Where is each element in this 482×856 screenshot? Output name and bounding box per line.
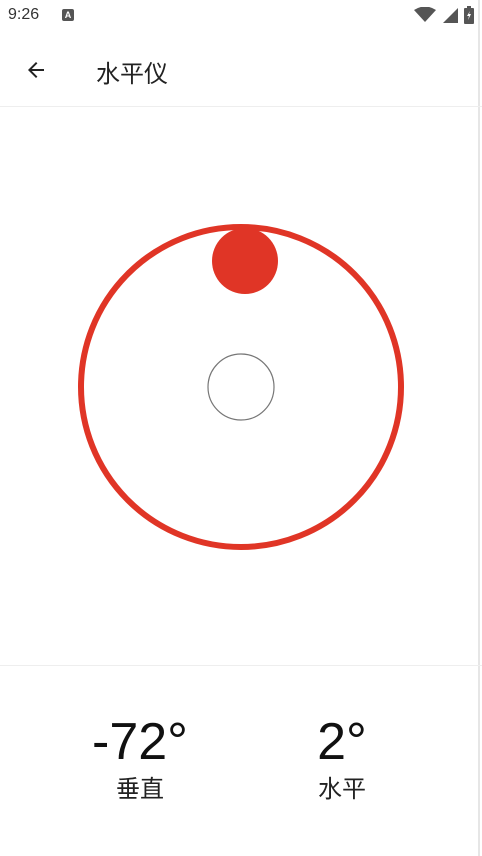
back-button[interactable] (18, 52, 54, 88)
arrow-left-icon (28, 62, 44, 78)
vertical-angle-label: 垂直 (116, 775, 164, 803)
status-bar: 9:26 A (0, 0, 482, 34)
status-time: 9:26 (8, 6, 40, 23)
center-target-ring (207, 353, 275, 421)
level-bubble (212, 228, 278, 294)
page-title: 水平仪 (96, 60, 168, 88)
vertical-angle-value: -72° (92, 713, 188, 771)
divider (0, 665, 482, 666)
signal-icon (443, 8, 458, 23)
level-area (0, 107, 482, 665)
notification-icon: A (62, 9, 74, 21)
app-bar: 水平仪 (0, 34, 482, 107)
horizontal-angle-value: 2° (317, 713, 367, 771)
vertical-readout: -72° 垂直 (40, 712, 240, 804)
wifi-icon (414, 7, 436, 22)
system-icons (414, 6, 474, 24)
horizontal-angle-label: 水平 (318, 775, 366, 803)
battery-charging-icon (464, 6, 474, 24)
horizontal-readout: 2° 水平 (242, 712, 442, 804)
level-canvas (78, 224, 404, 550)
